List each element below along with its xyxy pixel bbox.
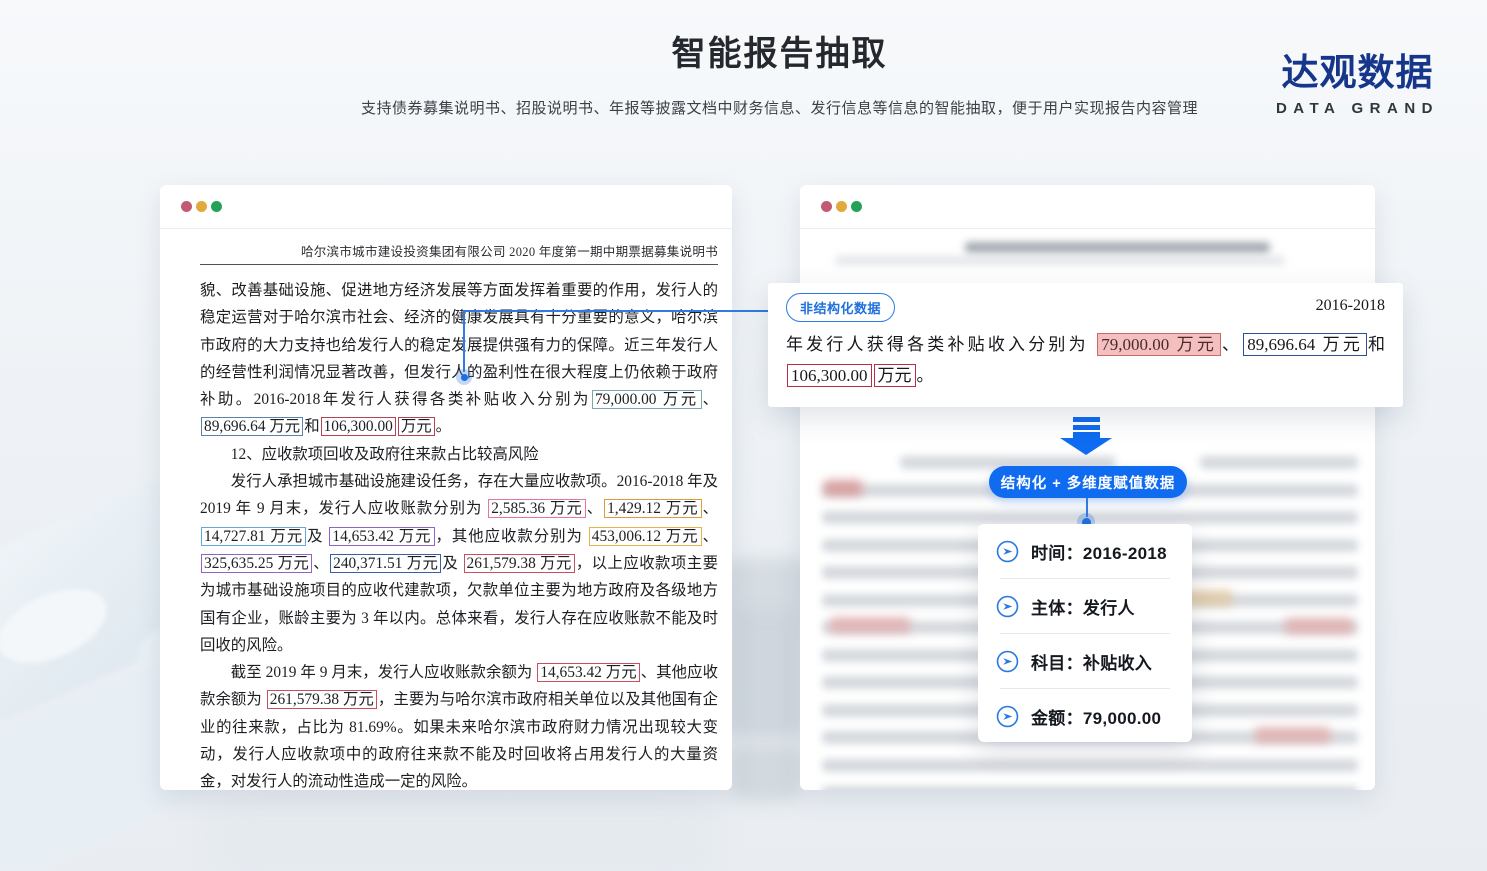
maximize-window-icon xyxy=(211,201,222,212)
extracted-value: 14,653.42 万元 xyxy=(537,663,639,682)
source-document-window: 哈尔滨市城市建设投资集团有限公司 2020 年度第一期中期票据募集说明书 貌、改… xyxy=(160,185,732,790)
extracted-value: 79,000.00 万元 xyxy=(1097,333,1221,356)
connector-anchor-dot xyxy=(461,374,468,381)
send-arrow-icon xyxy=(996,540,1019,563)
maximize-window-icon xyxy=(851,201,862,212)
page: 智能报告抽取 支持债券募集说明书、招股说明书、年报等披露文档中财务信息、发行信息… xyxy=(0,0,1487,871)
field-value: 补贴收入 xyxy=(1083,654,1152,673)
page-header: 智能报告抽取 支持债券募集说明书、招股说明书、年报等披露文档中财务信息、发行信息… xyxy=(0,0,1487,118)
card-date: 2016-2018 xyxy=(1316,297,1385,315)
connector-line-vertical xyxy=(463,310,465,372)
extracted-value: 261,579.38 万元 xyxy=(464,554,575,573)
field-value: 79,000.00 xyxy=(1083,709,1161,728)
transform-arrow-icon xyxy=(1060,417,1112,455)
extracted-value: 79,000.00 万元 xyxy=(592,390,702,409)
background-blur-shape xyxy=(730,742,802,802)
page-subtitle: 支持债券募集说明书、招股说明书、年报等披露文档中财务信息、发行信息等信息的智能抽… xyxy=(36,97,1487,118)
document-paragraph: 貌、改善基础设施、促进地方经济发展等方面发挥着重要的作用，发行人的稳定运营对于哈… xyxy=(200,277,718,441)
extracted-value: 325,635.25 万元 xyxy=(201,554,312,573)
field-label: 科目： xyxy=(1031,654,1083,673)
field-value: 发行人 xyxy=(1083,599,1135,618)
structured-data-button[interactable]: 结构化 + 多维度赋值数据 xyxy=(989,466,1187,498)
extracted-value: 14,653.42 万元 xyxy=(329,527,434,546)
struct-row-account: 科目：补贴收入 xyxy=(978,634,1192,688)
send-arrow-icon xyxy=(996,650,1019,673)
document-header-rule xyxy=(200,264,718,265)
extracted-value: 89,696.64 万元 xyxy=(201,417,303,436)
minimize-window-icon xyxy=(836,201,847,212)
brand-logo-cn: 达观数据 xyxy=(1276,42,1439,96)
extracted-value: 万元 xyxy=(874,364,916,387)
brand-logo-en: DATA GRAND xyxy=(1276,100,1439,117)
struct-row-subject: 主体：发行人 xyxy=(978,579,1192,633)
close-window-icon xyxy=(181,201,192,212)
send-arrow-icon xyxy=(996,595,1019,618)
window-titlebar xyxy=(160,185,732,229)
extracted-value: 1,429.12 万元 xyxy=(604,499,701,518)
extracted-value: 240,371.51 万元 xyxy=(330,554,441,573)
document-body: 貌、改善基础设施、促进地方经济发展等方面发挥着重要的作用，发行人的稳定运营对于哈… xyxy=(200,277,718,796)
document-paragraph: 截至 2019 年 9 月末，发行人应收账款余额为 14,653.42 万元、其… xyxy=(200,659,718,795)
brand-logo: 达观数据 DATA GRAND xyxy=(1276,42,1439,117)
send-arrow-icon xyxy=(996,705,1019,728)
page-title: 智能报告抽取 xyxy=(36,26,1487,75)
extracted-sentence: 年发行人获得各类补贴收入分别为 79,000.00 万元、89,696.64 万… xyxy=(786,329,1385,391)
extracted-value: 106,300.00 xyxy=(321,417,396,436)
document-paragraph: 12、应收款项回收及政府往来款占比较高风险 xyxy=(200,441,718,468)
background-key-shape xyxy=(0,574,118,677)
window-controls xyxy=(181,201,222,212)
field-label: 主体： xyxy=(1031,599,1083,618)
extracted-value: 453,006.12 万元 xyxy=(589,527,702,546)
extracted-value: 14,727.81 万元 xyxy=(201,527,306,546)
unstructured-data-badge: 非结构化数据 xyxy=(786,293,895,322)
background-blur-shape xyxy=(200,795,720,871)
extracted-value: 261,579.38 万元 xyxy=(267,690,377,709)
document-header: 哈尔滨市城市建设投资集团有限公司 2020 年度第一期中期票据募集说明书 xyxy=(200,241,718,260)
structured-data-card: 时间：2016-2018 主体：发行人 科目：补贴收入 金额：79,000.00 xyxy=(978,524,1192,742)
unstructured-data-card: 非结构化数据 2016-2018 年发行人获得各类补贴收入分别为 79,000.… xyxy=(768,283,1403,407)
field-label: 金额： xyxy=(1031,709,1083,728)
extracted-value: 106,300.00 xyxy=(787,364,872,387)
field-label: 时间： xyxy=(1031,544,1083,563)
field-value: 2016-2018 xyxy=(1083,544,1167,563)
connector-line-horizontal xyxy=(463,310,788,312)
extracted-value: 万元 xyxy=(398,417,435,436)
background-blur-shape xyxy=(727,610,805,740)
document-paragraph: 发行人承担城市基础设施建设任务，存在大量应收款项。2016-2018 年及 20… xyxy=(200,468,718,659)
window-titlebar xyxy=(800,185,1375,229)
minimize-window-icon xyxy=(196,201,207,212)
struct-row-time: 时间：2016-2018 xyxy=(978,524,1192,578)
window-controls xyxy=(821,201,862,212)
document-page: 哈尔滨市城市建设投资集团有限公司 2020 年度第一期中期票据募集说明书 貌、改… xyxy=(160,229,732,796)
struct-row-amount: 金额：79,000.00 xyxy=(978,689,1192,743)
close-window-icon xyxy=(821,201,832,212)
extracted-value: 89,696.64 万元 xyxy=(1243,333,1367,356)
extracted-value: 2,585.36 万元 xyxy=(488,499,585,518)
